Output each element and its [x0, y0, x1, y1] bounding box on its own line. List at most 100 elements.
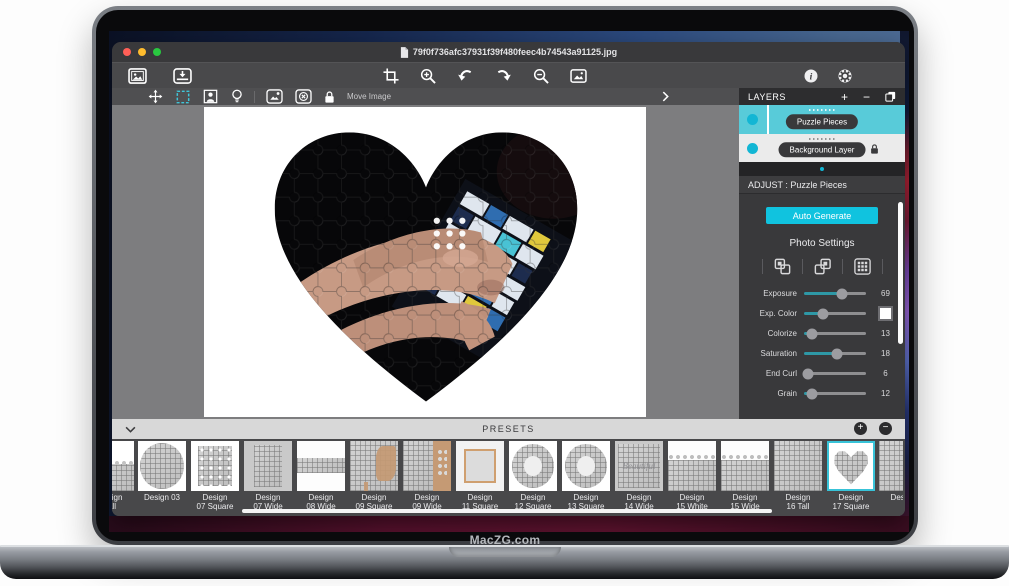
preset-item[interactable]: Design16 Tall [773, 441, 823, 511]
marquee-icon[interactable] [176, 90, 190, 104]
slider-track[interactable] [804, 352, 866, 355]
remove-layer-button[interactable]: − [863, 92, 870, 102]
preset-item[interactable]: BeautifulDesign14 Wide [614, 441, 664, 511]
preset-thumbnail[interactable] [668, 441, 716, 491]
preset-thumbnail[interactable] [138, 441, 186, 491]
preset-item[interactable]: Design 03 [137, 441, 187, 511]
tool-options-bar: Move Image [112, 88, 739, 105]
import-icon[interactable] [173, 68, 192, 84]
overlap-back-icon[interactable] [773, 257, 792, 276]
adjust-header: ADJUST : Puzzle Pieces [739, 176, 905, 194]
discard-icon[interactable] [295, 89, 312, 104]
laptop-lid: 79f0f736afc37931f39f480feec4b74543a91125… [92, 6, 918, 545]
grid-icon[interactable] [853, 257, 872, 276]
presets-zoom-in-button[interactable]: + [854, 422, 867, 435]
panel-scrollbar[interactable] [898, 202, 903, 344]
auto-generate-button[interactable]: Auto Generate [766, 207, 878, 224]
move-icon[interactable] [148, 89, 163, 104]
wallpaper-bottom-strip [109, 516, 909, 532]
layer-visibility-dot[interactable] [747, 114, 758, 125]
preset-thumbnail[interactable] [721, 441, 769, 491]
layer-name-pill[interactable]: Puzzle Pieces [786, 114, 858, 129]
preset-item[interactable]: Design17 Square [826, 441, 876, 511]
color-swatch[interactable] [878, 306, 893, 321]
slider-thumb[interactable] [807, 388, 818, 399]
transform-handle-dots [434, 218, 466, 250]
slider-thumb[interactable] [837, 288, 848, 299]
preset-item[interactable]: Design11 Square [455, 441, 505, 511]
canvas-heart-image[interactable] [259, 113, 593, 411]
slider-row: Exposure69 [739, 287, 905, 300]
slider-label: Exposure [739, 289, 797, 298]
slider-track[interactable] [804, 372, 866, 375]
slider-value: 18 [866, 349, 905, 358]
preset-thumbnail[interactable] [112, 441, 134, 491]
photo-icon[interactable] [128, 68, 147, 84]
layer-row[interactable]: Puzzle Pieces [739, 105, 905, 134]
preset-item[interactable]: DesignTall [112, 441, 134, 511]
layer-drag-handle[interactable] [809, 109, 835, 111]
crop-icon[interactable] [383, 68, 399, 84]
slider-thumb[interactable] [832, 348, 843, 359]
preview-icon[interactable] [570, 69, 587, 83]
panel-resize-dot[interactable] [820, 167, 824, 171]
lock-icon[interactable] [870, 143, 879, 155]
slider-thumb[interactable] [802, 368, 813, 379]
preset-item[interactable]: Design12 Square [508, 441, 558, 511]
preset-thumbnail[interactable] [403, 441, 451, 491]
preset-item[interactable]: Design15 Wide [720, 441, 770, 511]
preset-thumbnail[interactable] [350, 441, 398, 491]
slider-thumb[interactable] [817, 308, 828, 319]
lock-icon[interactable] [324, 90, 335, 104]
preset-thumbnail[interactable] [774, 441, 822, 491]
slider-track[interactable] [804, 312, 866, 315]
duplicate-layer-icon[interactable] [885, 91, 896, 102]
preset-item[interactable]: Design07 Wide [243, 441, 293, 511]
redo-icon[interactable] [495, 68, 512, 84]
preset-item[interactable]: Design09 Square [349, 441, 399, 511]
slider-track[interactable] [804, 292, 866, 295]
preset-thumbnail[interactable] [244, 441, 292, 491]
zoom-out-icon[interactable] [533, 68, 549, 84]
undo-icon[interactable] [457, 68, 474, 84]
preset-thumbnail[interactable] [297, 441, 345, 491]
layer-visibility-dot[interactable] [747, 143, 758, 154]
layer-drag-handle[interactable] [809, 138, 835, 140]
image-badge-icon[interactable] [266, 89, 283, 104]
right-panel: LAYERS + − Puzzle PiecesBackground Layer… [739, 88, 905, 419]
preset-item[interactable]: Design15 White [667, 441, 717, 511]
preset-thumbnail[interactable] [509, 441, 557, 491]
preset-thumbnail[interactable] [879, 441, 903, 491]
chevron-right-icon[interactable] [662, 91, 669, 102]
portrait-icon[interactable] [203, 89, 218, 104]
add-layer-button[interactable]: + [841, 92, 848, 102]
overlap-front-icon[interactable] [813, 257, 832, 276]
preset-thumbnail[interactable] [827, 441, 875, 491]
preset-item[interactable]: Design08 Wide [296, 441, 346, 511]
layer-row[interactable]: Background Layer [739, 134, 905, 162]
layer-name-pill[interactable]: Background Layer [779, 142, 866, 157]
zoom-in-icon[interactable] [420, 68, 436, 84]
preset-thumbnail[interactable] [191, 441, 239, 491]
preset-item[interactable]: Design07 Square [190, 441, 240, 511]
settings-icon[interactable] [838, 69, 852, 83]
canvas-area[interactable] [112, 105, 739, 419]
slider-track[interactable] [804, 392, 866, 395]
preset-thumbnail[interactable] [456, 441, 504, 491]
screenshot-stage: 79f0f736afc37931f39f480feec4b74543a91125… [0, 0, 1009, 586]
preset-thumbnail[interactable]: Beautiful [615, 441, 663, 491]
preset-thumbnail[interactable] [562, 441, 610, 491]
slider-thumb[interactable] [807, 328, 818, 339]
app-window: 79f0f736afc37931f39f480feec4b74543a91125… [112, 42, 905, 516]
bulb-icon[interactable] [231, 89, 243, 104]
presets-scrollbar[interactable] [242, 509, 772, 513]
preset-item[interactable]: Design13 Square [561, 441, 611, 511]
canvas-document[interactable] [204, 107, 646, 417]
presets-zoom-out-button[interactable]: − [879, 422, 892, 435]
info-icon[interactable]: i [804, 69, 818, 83]
slider-track[interactable] [804, 332, 866, 335]
layers-panel-footer [739, 162, 905, 176]
preset-item[interactable]: Design09 Wide [402, 441, 452, 511]
preset-item[interactable]: Design [879, 441, 903, 511]
slider-value: 6 [866, 369, 905, 378]
